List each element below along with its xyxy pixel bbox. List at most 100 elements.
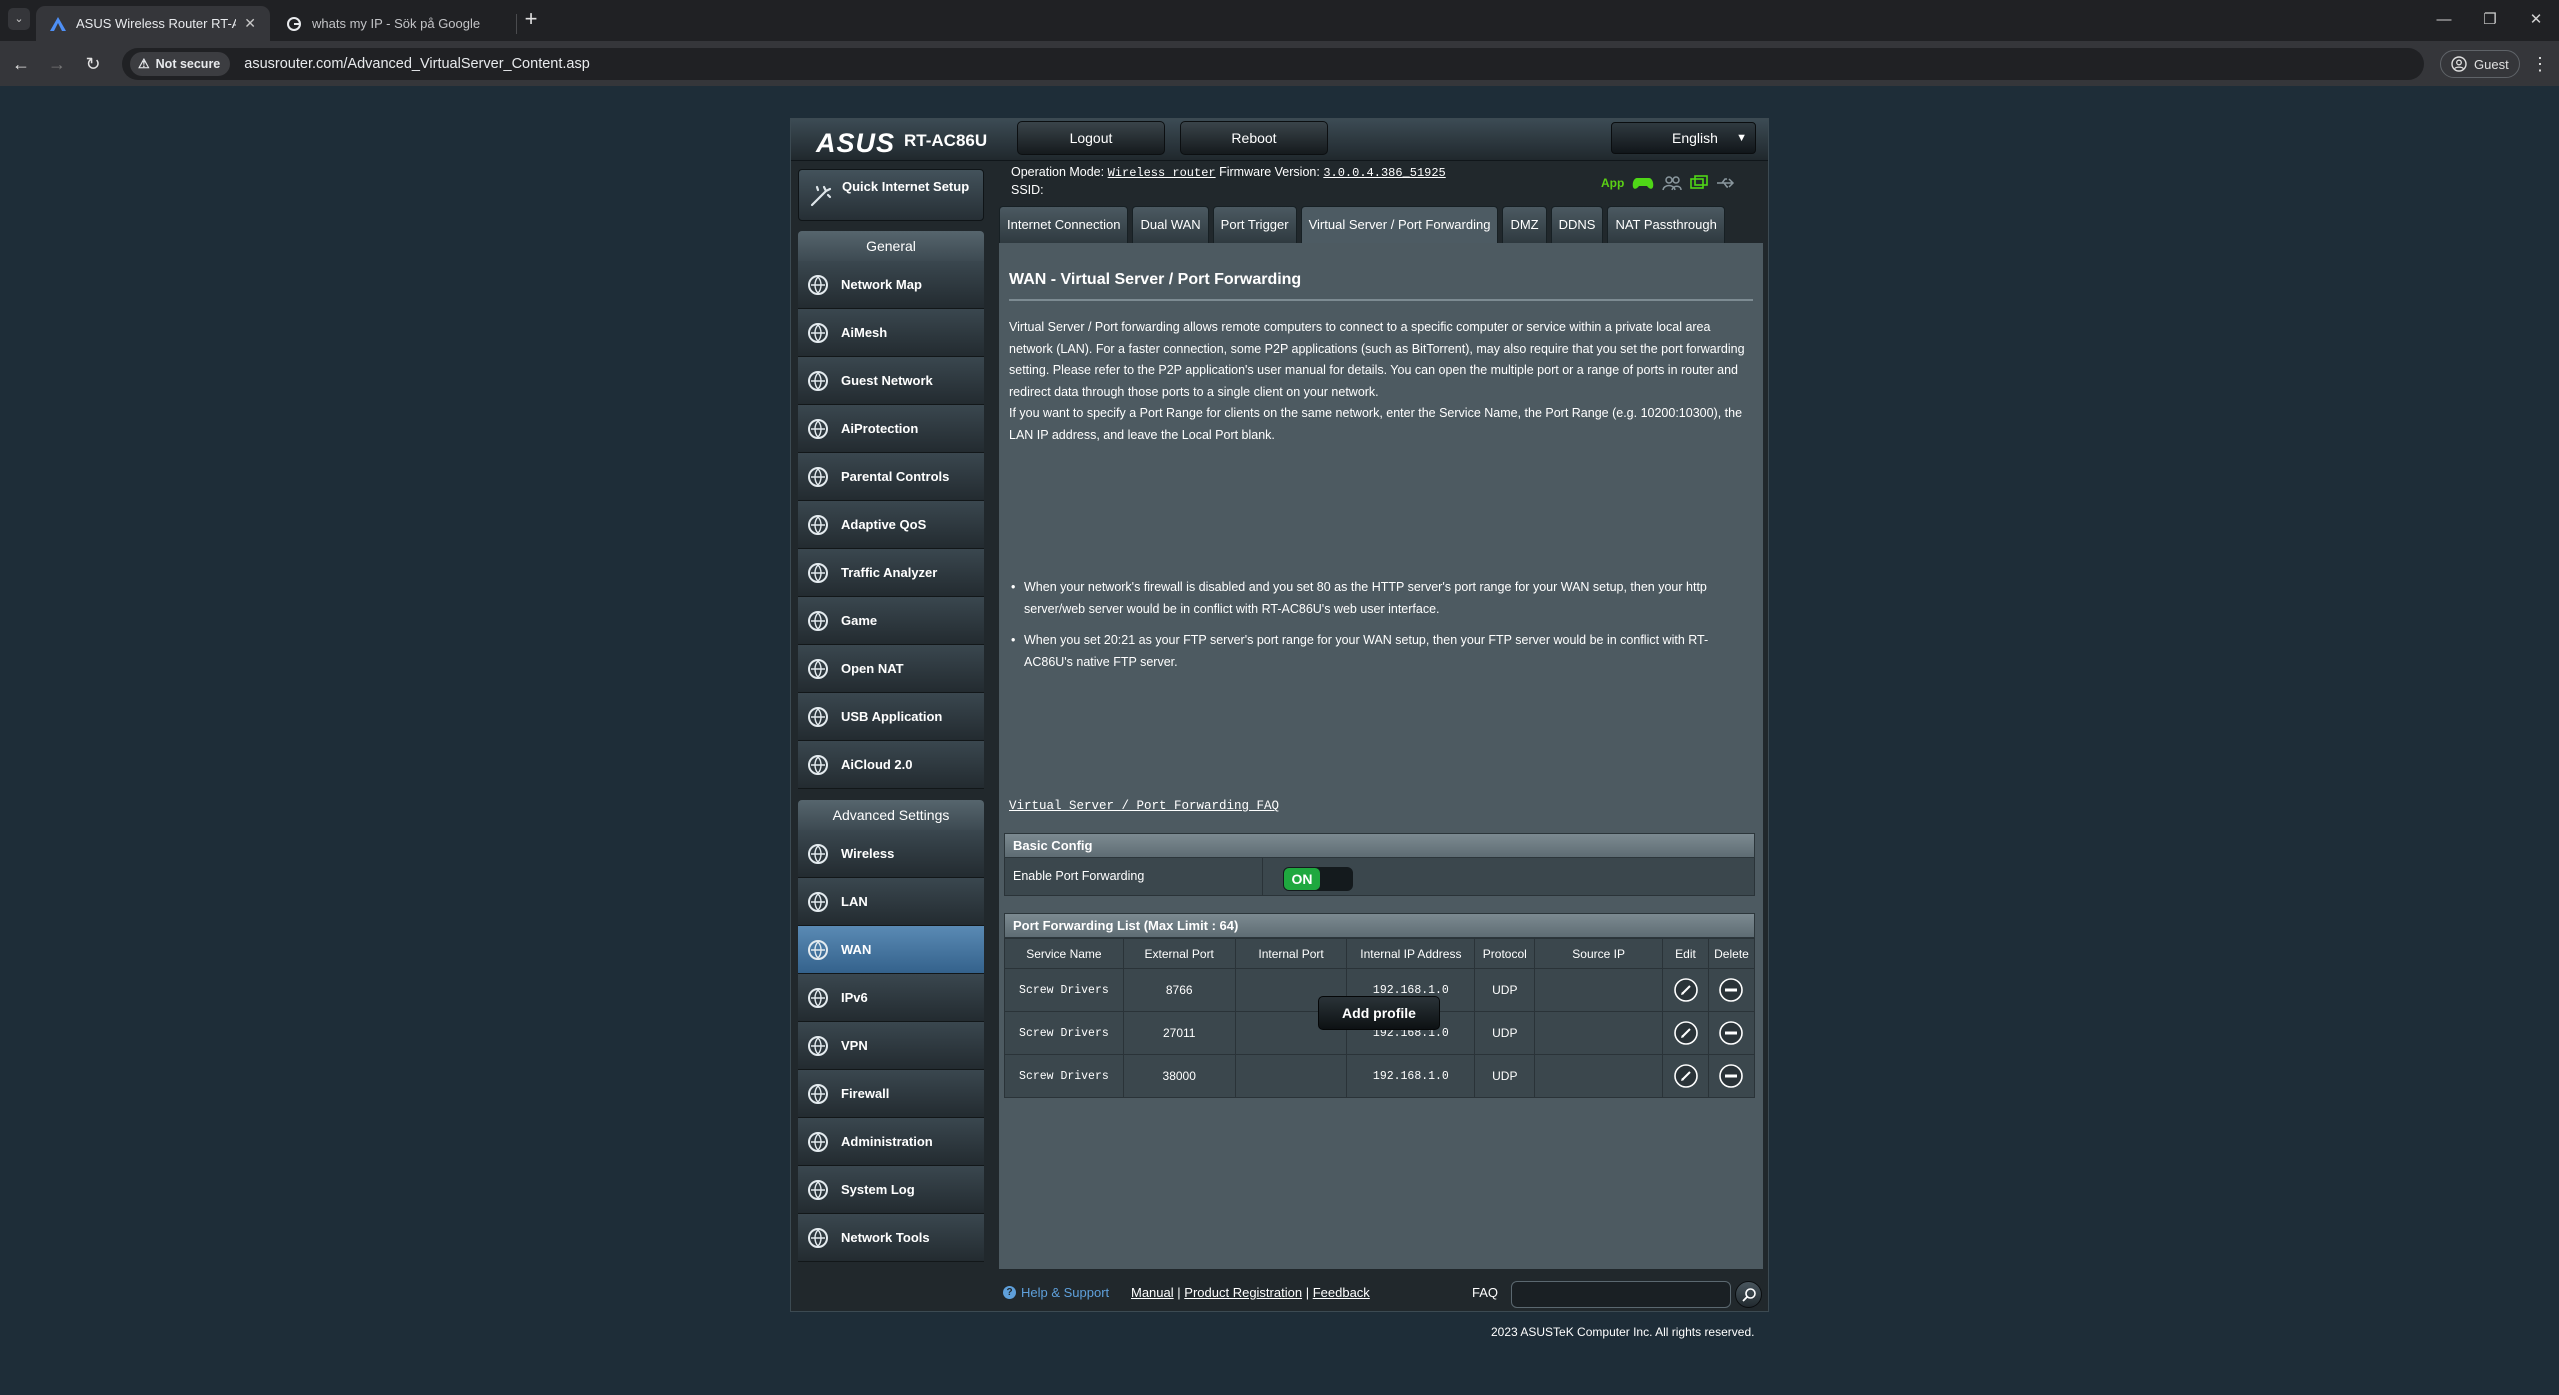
language-select[interactable]: English ▼ [1611,122,1756,154]
sidebar-item-traffic-analyzer[interactable]: Traffic Analyzer [798,549,984,597]
tab-title: ASUS Wireless Router RT-AC86 [76,16,237,31]
aicloud-icon [808,754,828,775]
browser-tab-active[interactable]: ASUS Wireless Router RT-AC86 ✕ [36,6,270,41]
aimesh-icon [808,322,828,343]
delete-icon[interactable] [1718,977,1744,1003]
add-profile-button[interactable]: Add profile [1318,996,1440,1030]
new-tab-button[interactable]: + [520,8,542,31]
cell-service: Screw Drivers [1004,1054,1124,1098]
forward-icon[interactable]: → [44,51,70,77]
delete-icon[interactable] [1718,1020,1744,1046]
address-bar[interactable]: ⚠ Not secure asusrouter.com/Advanced_Vir… [122,48,2424,80]
close-tab-icon[interactable]: ✕ [244,15,256,32]
port-forwarding-toggle[interactable]: ON [1283,867,1353,891]
router-page: ASUS RT-AC86U Logout Reboot English ▼ Op… [790,118,1769,1312]
firmware-link[interactable]: 3.0.0.4.386_51925 [1323,166,1445,180]
sidebar-item-ipv6[interactable]: IPv6 [798,974,984,1022]
clients-icon[interactable] [1662,175,1683,191]
sidebar-item-parental-controls[interactable]: Parental Controls [798,453,984,501]
tab-port-trigger[interactable]: Port Trigger [1212,206,1297,243]
faq-link[interactable]: Virtual Server / Port Forwarding FAQ [1009,799,1279,813]
back-icon[interactable]: ← [8,51,34,77]
sidebar-item-adaptive-qos[interactable]: Adaptive QoS [798,501,984,549]
sidebar-item-label: Wireless [841,846,895,861]
minimize-icon[interactable]: — [2432,8,2456,32]
browser-menu-icon[interactable]: ⋮ [2530,51,2550,77]
cell-protocol: UDP [1474,1011,1536,1055]
sidebar-item-wireless[interactable]: Wireless [798,830,984,878]
sidebar-item-firewall[interactable]: Firewall [798,1070,984,1118]
manual-link[interactable]: Manual [1131,1285,1174,1300]
cell-protocol: UDP [1474,968,1536,1012]
sidebar-item-system-log[interactable]: System Log [798,1166,984,1214]
tab-search-button[interactable]: ⌄ [8,8,30,30]
edit-icon[interactable] [1673,977,1699,1003]
sidebar-item-wan[interactable]: WAN [798,926,984,974]
faq-search-button[interactable] [1735,1281,1762,1308]
sidebar-item-aimesh[interactable]: AiMesh [798,309,984,357]
close-window-icon[interactable]: ✕ [2524,8,2548,32]
column-header: Delete [1707,938,1756,969]
profile-label: Guest [2474,56,2509,72]
internet-status-icon[interactable] [1690,175,1709,191]
help-support-link[interactable]: ? Help & Support [1003,1285,1109,1300]
tab-dmz[interactable]: DMZ [1502,206,1547,243]
note-item: When your network's firewall is disabled… [1009,577,1754,620]
wan-icon [808,939,828,960]
faq-search-input[interactable] [1511,1281,1731,1308]
firewall-icon [808,1083,828,1104]
adaptive-qos-icon [808,514,828,535]
sidebar-item-administration[interactable]: Administration [798,1118,984,1166]
browser-tab[interactable]: whats my IP - Sök på Google [272,6,506,41]
system-log-icon [808,1179,828,1200]
feedback-link[interactable]: Feedback [1313,1285,1370,1300]
product-registration-link[interactable]: Product Registration [1184,1285,1302,1300]
usb-icon[interactable] [1716,176,1736,190]
operation-mode-link[interactable]: Wireless router [1108,166,1216,180]
edit-icon[interactable] [1673,1063,1699,1089]
tab-virtual-server-port-forwarding[interactable]: Virtual Server / Port Forwarding [1300,206,1499,243]
tab-nat-passthrough[interactable]: NAT Passthrough [1607,206,1725,243]
advanced-menu: Advanced Settings Wireless LAN WAN IPv6 VPN F… [798,800,984,1262]
enable-port-forwarding-label: Enable Port Forwarding [1005,858,1263,895]
app-link[interactable]: App [1601,176,1624,190]
sidebar-item-lan[interactable]: LAN [798,878,984,926]
open-nat-icon [808,658,828,679]
router-footer: ? Help & Support Manual | Product Regist… [791,1271,1768,1311]
sidebar-item-label: IPv6 [841,990,868,1005]
sidebar-item-guest-network[interactable]: Guest Network [798,357,984,405]
wan-subtabs: Internet Connection Dual WAN Port Trigger V… [999,206,1725,243]
page-title: WAN - Virtual Server / Port Forwarding [1009,271,1302,288]
sidebar-item-network-tools[interactable]: Network Tools [798,1214,984,1262]
tab-ddns[interactable]: DDNS [1550,206,1604,243]
operation-mode-label: Operation Mode: [1011,165,1105,179]
delete-icon[interactable] [1718,1063,1744,1089]
sidebar-item-network-map[interactable]: Network Map [798,261,984,309]
tab-internet-connection[interactable]: Internet Connection [999,206,1129,243]
sidebar-item-aiprotection[interactable]: AiProtection [798,405,984,453]
quick-internet-setup-button[interactable]: Quick Internet Setup [798,169,984,221]
sidebar-item-label: LAN [841,894,868,909]
gamepad-icon[interactable] [1632,175,1654,191]
sidebar-item-open-nat[interactable]: Open NAT [798,645,984,693]
sidebar-item-usb-application[interactable]: USB Application [798,693,984,741]
tab-dual-wan[interactable]: Dual WAN [1132,206,1209,243]
column-header: Edit [1662,938,1709,969]
restore-icon[interactable]: ❐ [2478,8,2502,32]
cell-source [1534,968,1664,1012]
edit-icon[interactable] [1673,1020,1699,1046]
logout-button[interactable]: Logout [1017,121,1165,155]
warning-icon: ⚠ [138,56,150,71]
security-chip[interactable]: ⚠ Not secure [130,52,231,76]
sidebar-item-vpn[interactable]: VPN [798,1022,984,1070]
sidebar-item-aicloud-2-0[interactable]: AiCloud 2.0 [798,741,984,789]
profile-button[interactable]: Guest [2440,50,2520,78]
asus-favicon-icon [50,16,66,32]
sidebar-item-game[interactable]: Game [798,597,984,645]
reload-icon[interactable]: ↻ [80,51,106,77]
cell-edit [1662,1054,1709,1098]
reboot-button[interactable]: Reboot [1180,121,1328,155]
cell-protocol: UDP [1474,1054,1536,1098]
cell-edit [1662,1011,1709,1055]
title-divider [1009,299,1753,301]
